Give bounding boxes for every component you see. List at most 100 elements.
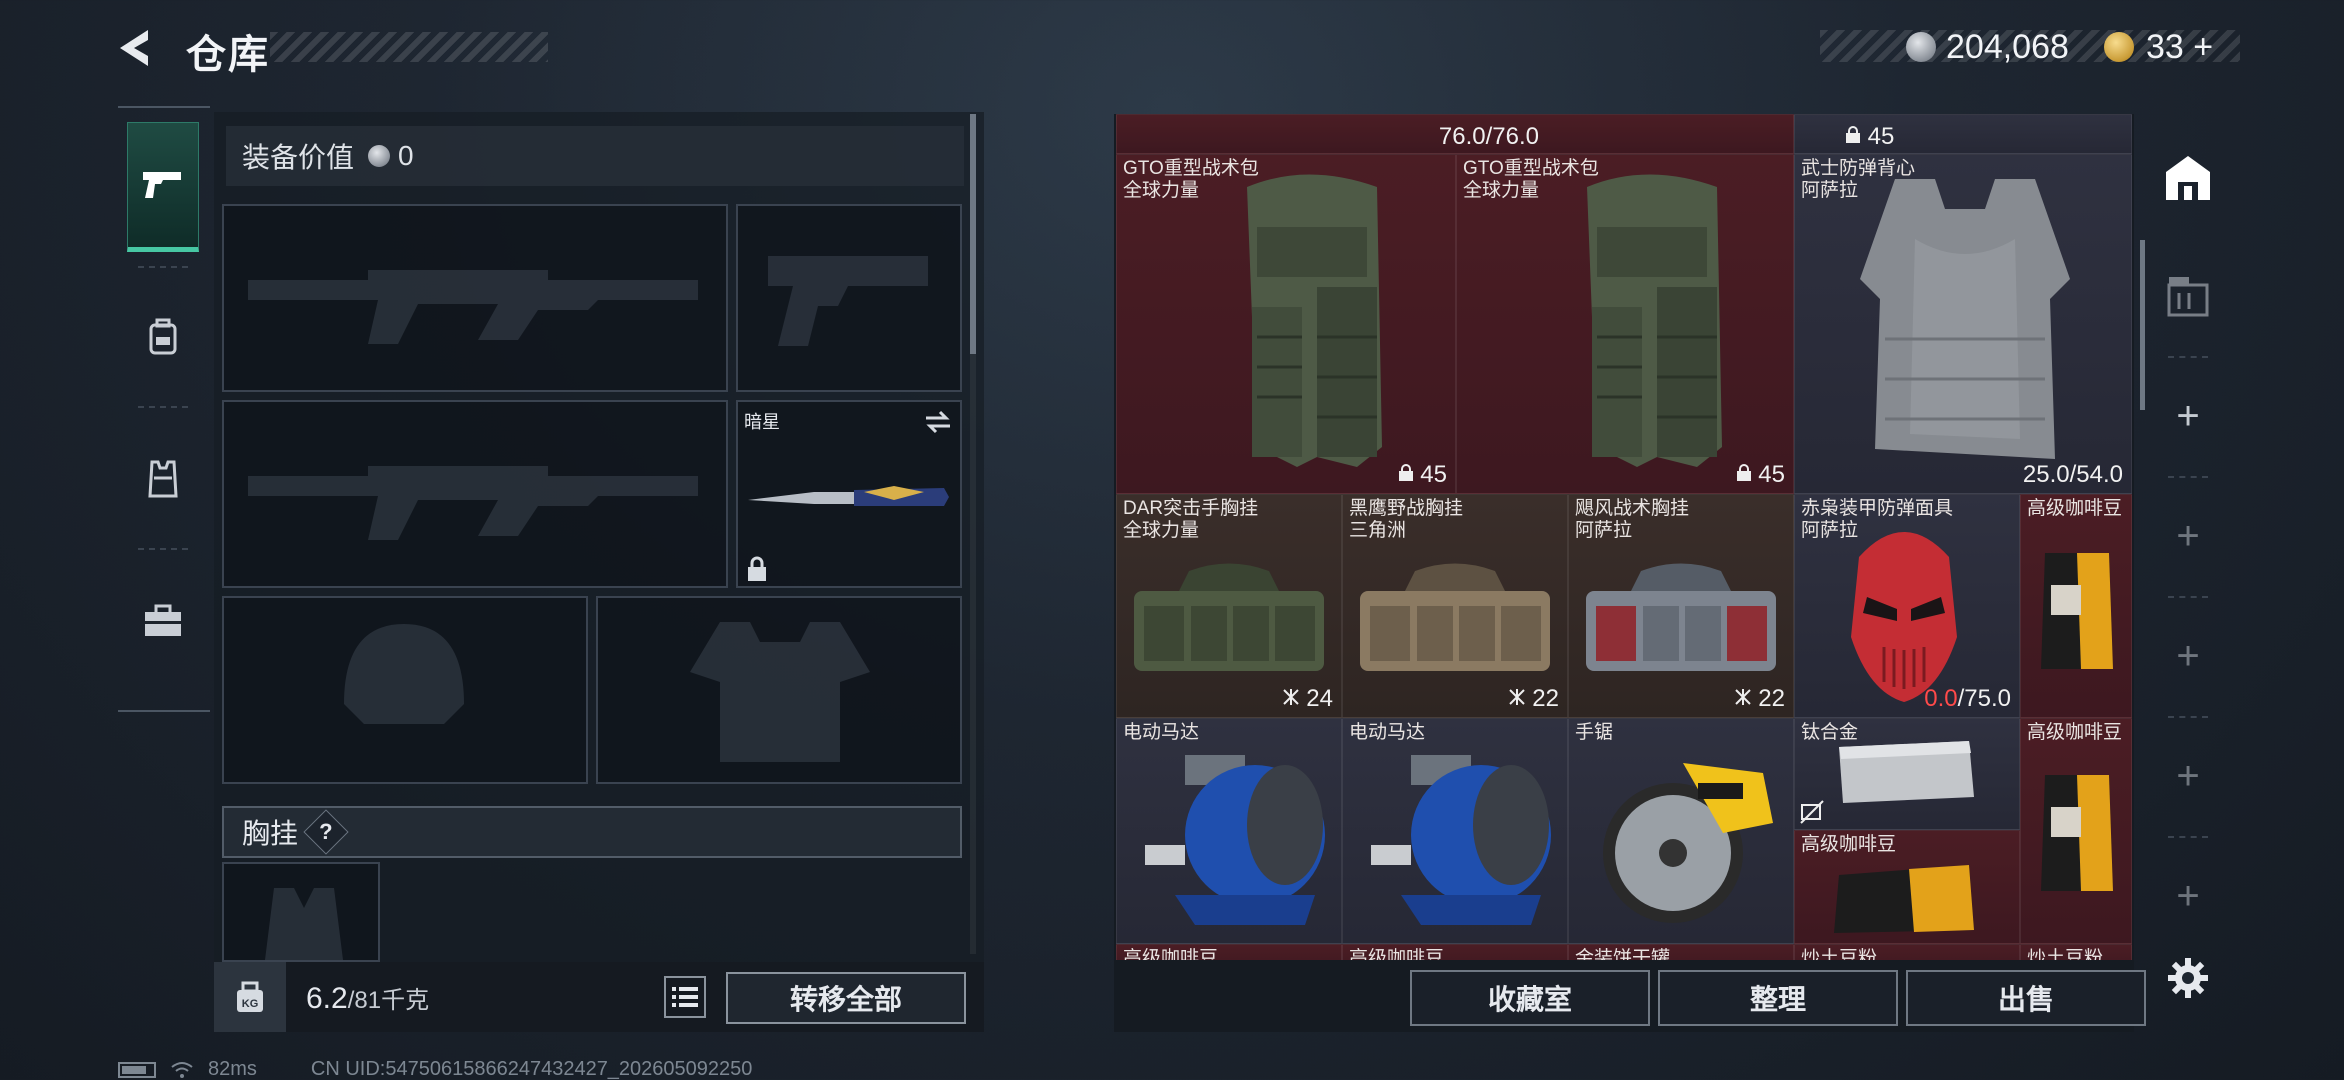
item-name: 高级咖啡豆: [1801, 834, 1897, 855]
add-storage-button[interactable]: +: [2158, 746, 2218, 806]
ping-label: 82ms: [208, 1058, 257, 1080]
durability-max: /75.0: [1957, 685, 2011, 712]
melee-name: 暗星: [744, 412, 780, 432]
tertiary-weapon-slot[interactable]: [222, 400, 728, 588]
svg-text:KG: KG: [242, 998, 259, 1010]
transfer-all-button[interactable]: 转移全部: [726, 972, 966, 1024]
warehouse-tab[interactable]: [2158, 148, 2218, 208]
rifle-silhouette-icon: [248, 270, 698, 344]
no-transfer-icon: [1800, 800, 1824, 824]
list-view-button[interactable]: [664, 976, 706, 1018]
tab-armor[interactable]: [127, 414, 199, 544]
primary-weapon-slot[interactable]: [222, 204, 728, 392]
grid-icon: [1508, 689, 1525, 705]
token-balance[interactable]: 33 +: [2146, 28, 2213, 67]
inventory-item[interactable]: GTO重型战术包 全球力量 45: [1456, 154, 1794, 494]
collection-room-button[interactable]: 收藏室: [1410, 970, 1650, 1026]
inventory-item[interactable]: 电动马达: [1342, 718, 1568, 944]
titanium-sheet-image: [1839, 741, 1974, 803]
inventory-item[interactable]: 钛合金: [1794, 718, 2020, 830]
category-tabs: [118, 106, 210, 712]
pistol-icon: [143, 172, 181, 198]
item-name: 飓风战术胸挂: [1575, 498, 1690, 519]
knife-icon: [748, 486, 949, 506]
chest-rig-image: [1360, 563, 1550, 671]
add-token-icon[interactable]: +: [2193, 28, 2213, 66]
back-button[interactable]: [112, 24, 160, 72]
item-name: 黑鹰野战胸挂: [1349, 498, 1464, 519]
add-storage-button[interactable]: +: [2158, 506, 2218, 566]
grid-icon: [1734, 689, 1751, 705]
item-name: 手锯: [1575, 722, 1614, 743]
add-storage-button[interactable]: +: [2158, 386, 2218, 446]
partial-item-top[interactable]: 76.0/76.0: [1116, 114, 1794, 154]
carry-weight: 6.2/81千克: [306, 980, 429, 1016]
item-name: 炒土豆粉: [1801, 948, 1878, 960]
inventory-item[interactable]: GTO重型战术包 全球力量 45: [1116, 154, 1456, 494]
partial-item-bottom[interactable]: 金装饼干罐: [1568, 944, 1794, 960]
weight-max: /81千克: [347, 987, 430, 1014]
organize-button[interactable]: 整理: [1658, 970, 1898, 1026]
tab-backpack[interactable]: [127, 272, 199, 402]
plus-icon: +: [2176, 873, 2200, 918]
chevron-left-icon: [120, 30, 148, 66]
settings-button[interactable]: [2160, 950, 2216, 1006]
title-decoration: [270, 32, 548, 62]
partial-item-bottom[interactable]: 炒土豆粉: [1794, 944, 2020, 960]
chest-rig-image: [1586, 563, 1776, 671]
item-count: 45: [1398, 461, 1447, 489]
partial-item-bottom[interactable]: 炒土豆粉: [2020, 944, 2132, 960]
inventory-item[interactable]: 电动马达: [1116, 718, 1342, 944]
item-count: 22: [1734, 685, 1785, 713]
inventory-item[interactable]: 赤枭装甲防弹面具 阿萨拉 0.0/75.0: [1794, 494, 2020, 718]
melee-slot[interactable]: 暗星: [736, 400, 962, 588]
partial-item-bottom[interactable]: 高级咖啡豆: [1116, 944, 1342, 960]
add-storage-button[interactable]: +: [2158, 866, 2218, 926]
storage-tab[interactable]: [2158, 266, 2218, 326]
body-armor-slot[interactable]: [596, 596, 962, 784]
tab-weapons[interactable]: [127, 122, 199, 252]
item-faction: 阿萨拉: [1575, 520, 1633, 541]
item-durability: 25.0/54.0: [2022, 461, 2123, 488]
backpack-icon: [149, 318, 177, 355]
swap-icon[interactable]: [924, 410, 952, 434]
vest-silhouette-icon: [690, 622, 870, 762]
coffee-bag-image: [2041, 775, 2113, 891]
item-count: 22: [1508, 685, 1559, 713]
tab-cases[interactable]: [127, 556, 199, 686]
plus-icon: +: [2176, 633, 2200, 678]
help-button[interactable]: ?: [303, 809, 349, 855]
sell-button[interactable]: 出售: [1906, 970, 2146, 1026]
hand-saw-image: [1603, 763, 1773, 923]
add-storage-button[interactable]: +: [2158, 626, 2218, 686]
gear-icon: [2168, 958, 2208, 998]
equipment-scrollbar[interactable]: [970, 114, 976, 954]
inventory-item[interactable]: 高级咖啡豆: [2020, 718, 2132, 944]
equipment-value: 装备价值 0: [226, 126, 964, 186]
inventory-item[interactable]: 手锯: [1568, 718, 1794, 944]
status-bar: 82ms CN UID:547506158662474324​27_202605…: [118, 1058, 752, 1080]
inventory-item[interactable]: 高级咖啡豆: [2020, 494, 2132, 718]
item-name: 高级咖啡豆: [1349, 948, 1445, 960]
lock-icon: [1736, 464, 1751, 481]
inventory-item[interactable]: 高级咖啡豆: [1794, 830, 2020, 944]
secondary-weapon-slot[interactable]: [736, 204, 962, 392]
inventory-grid: 76.0/76.0 45 GTO重型战术包 全球力量 45 GTO重型战术包 全球力…: [1116, 114, 2132, 960]
inventory-item[interactable]: 黑鹰野战胸挂 三角洲 22: [1342, 494, 1568, 718]
item-name: 金装饼干罐: [1575, 948, 1671, 960]
partial-item-top[interactable]: 45: [1794, 114, 2132, 154]
chest-rig-slot[interactable]: [222, 862, 380, 968]
lock-icon: [1398, 464, 1413, 481]
helmet-slot[interactable]: [222, 596, 588, 784]
token-count: 33: [2146, 28, 2184, 66]
plus-icon: +: [2176, 753, 2200, 798]
inventory-item[interactable]: DAR突击手胸挂 全球力量 24: [1116, 494, 1342, 718]
partial-item-bottom[interactable]: 高级咖啡豆: [1342, 944, 1568, 960]
inventory-item[interactable]: 飓风战术胸挂 阿萨拉 22: [1568, 494, 1794, 718]
item-name: 高级咖啡豆: [2027, 498, 2123, 519]
pistol-silhouette-icon: [768, 256, 928, 346]
helmet-silhouette-icon: [344, 624, 464, 724]
page-title: 仓库: [186, 33, 270, 77]
inventory-scrollbar[interactable]: [2140, 240, 2145, 410]
inventory-item[interactable]: 武士防弹背心 阿萨拉 25.0/54.0: [1794, 154, 2132, 494]
